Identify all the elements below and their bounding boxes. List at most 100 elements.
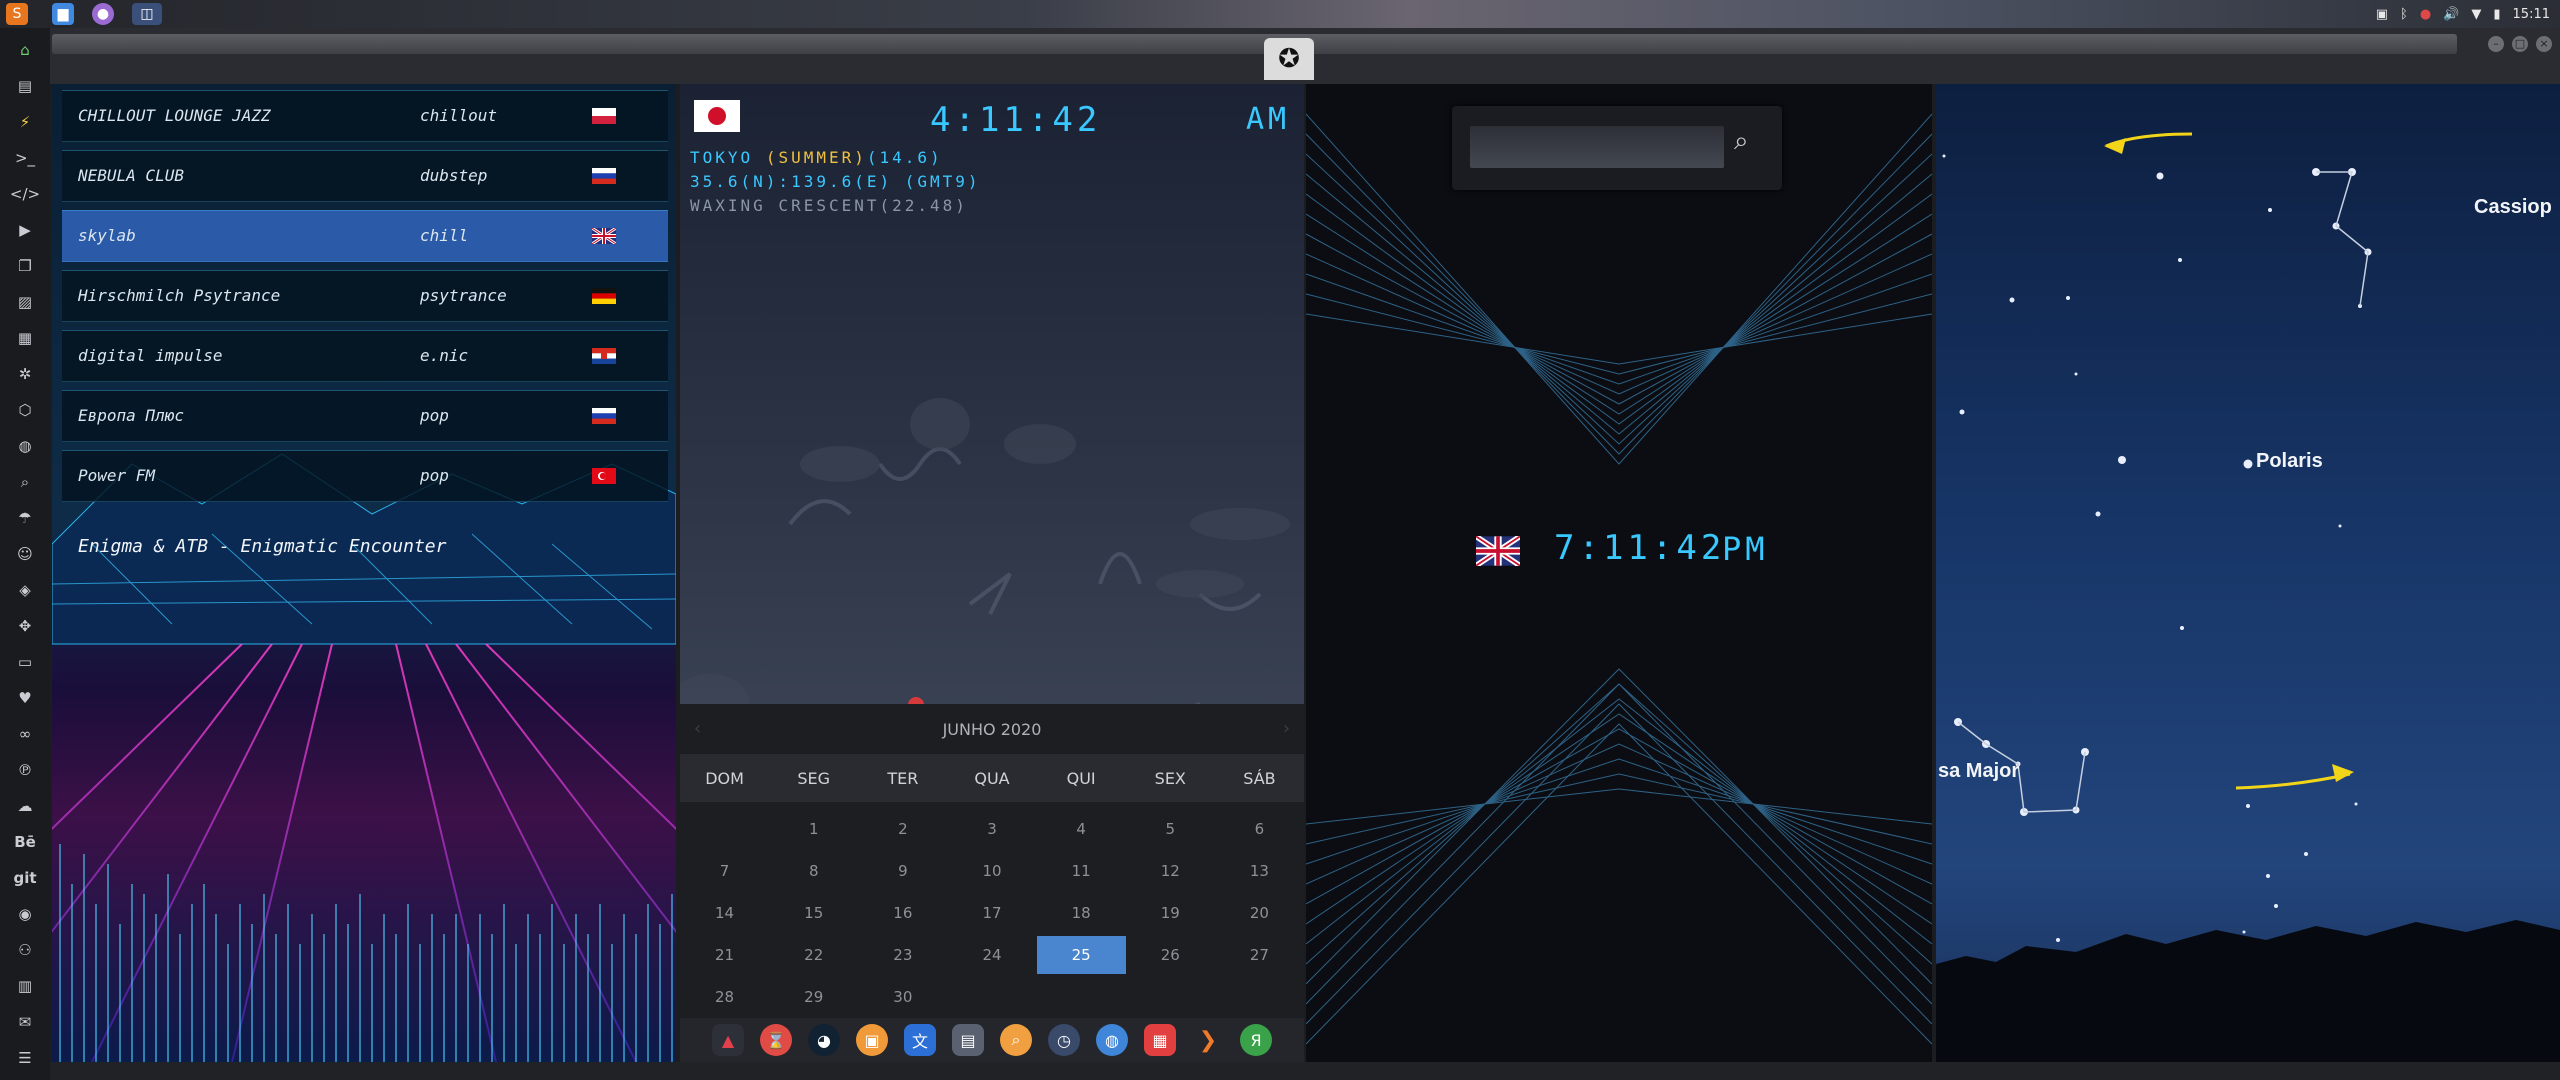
calendar-day[interactable]: 10 [947,850,1036,892]
maximize-button[interactable]: □ [2512,36,2528,52]
calendar-day[interactable]: 15 [769,892,858,934]
copy-icon[interactable]: ❐ [13,254,37,278]
calendar-day[interactable]: 2 [858,808,947,850]
contact-icon[interactable]: ☺ [13,542,37,566]
calendar-day[interactable]: 30 [858,976,947,1018]
calendar-day[interactable]: 27 [1215,934,1304,976]
calendar-day[interactable]: 8 [769,850,858,892]
calendar-day[interactable]: 19 [1126,892,1215,934]
calendar-day[interactable]: 26 [1126,934,1215,976]
prev-month-icon[interactable]: ‹ [694,718,701,739]
magnifier-icon[interactable]: ⌕ [1000,1024,1032,1056]
browser-icon[interactable]: ● [92,3,114,25]
tag-icon[interactable]: ◈ [13,578,37,602]
play-icon[interactable]: ▶ [13,218,37,242]
calendar-day[interactable]: 13 [1215,850,1304,892]
translate-icon[interactable]: 文 [904,1024,936,1056]
hexagon-icon[interactable]: ⬡ [13,398,37,422]
uk-flag-icon [592,228,616,244]
station-row-selected[interactable]: skylab chill [62,210,668,262]
minimize-button[interactable]: – [2488,36,2504,52]
github-icon[interactable]: ◉ [13,902,37,926]
umbrella-icon[interactable]: ☂ [13,506,37,530]
lightning-icon[interactable]: ⚡ [13,110,37,134]
image-icon[interactable]: ▨ [13,290,37,314]
clock-icon[interactable]: ◷ [1048,1024,1080,1056]
files-icon[interactable]: ▆ [52,3,74,25]
home-icon[interactable]: ⌂ [13,38,37,62]
mail-icon[interactable]: ✉ [13,1010,37,1034]
screenshot-icon[interactable]: ▣ [2376,7,2388,22]
calendar-day[interactable]: 11 [1037,850,1126,892]
code-icon[interactable]: </> [10,182,40,206]
workspace-icon[interactable]: ◫ [132,3,162,25]
calendar-day[interactable]: 16 [858,892,947,934]
expand-icon[interactable]: ✥ [13,614,37,638]
heart-icon[interactable]: ♥ [13,686,37,710]
rebel-alliance-icon[interactable]: ✪ [1264,38,1314,80]
calendar-day[interactable]: 21 [680,934,769,976]
web-icon[interactable]: ◍ [1096,1024,1128,1056]
link-icon[interactable]: ∞ [13,722,37,746]
map-icon[interactable]: ▥ [13,974,37,998]
system-clock[interactable]: 15:11 [2513,7,2550,22]
calendar-day[interactable]: 12 [1126,850,1215,892]
wifi-icon[interactable]: ▼ [2471,7,2481,22]
volume-icon[interactable]: 🔊 [2443,7,2459,22]
app-launcher-icon[interactable]: S [6,3,28,25]
photos-icon[interactable]: ▣ [856,1024,888,1056]
battery-icon[interactable]: ▮ [2493,7,2500,22]
arrow-icon[interactable]: ❯ [1192,1024,1224,1056]
git-icon[interactable]: git [13,866,37,890]
calendar-day[interactable]: 18 [1037,892,1126,934]
globe-icon[interactable]: ◍ [13,434,37,458]
news-icon[interactable]: ▦ [13,326,37,350]
station-row[interactable]: Европа Плюс pop [62,390,668,442]
station-row[interactable]: CHILLOUT LOUNGE JAZZ chillout [62,90,668,142]
calendar-day[interactable]: 28 [680,976,769,1018]
search-icon[interactable]: ⌕ [1734,126,1749,157]
calendar-day[interactable]: 3 [947,808,1036,850]
earth-icon[interactable]: ◕ [808,1024,840,1056]
station-row[interactable]: digital impulse e.nic [62,330,668,382]
calendar-day[interactable]: 20 [1215,892,1304,934]
yandex-icon[interactable]: Я [1240,1024,1272,1056]
calendar-day[interactable]: 14 [680,892,769,934]
calendar-day[interactable]: 4 [1037,808,1126,850]
settings-icon[interactable]: ✲ [13,362,37,386]
cloud-icon[interactable]: ☁ [13,794,37,818]
calendar-day-today[interactable]: 25 [1036,936,1126,974]
search-input[interactable] [1470,126,1724,168]
bluetooth-icon[interactable]: ᛒ [2400,7,2408,22]
pinterest-icon[interactable]: ℗ [13,758,37,782]
youtube-icon[interactable]: ▭ [13,650,37,674]
calendar-day[interactable]: 22 [769,934,858,976]
window-title-field[interactable] [52,34,2457,54]
notes-icon[interactable]: ▤ [952,1024,984,1056]
calendar-day[interactable]: 17 [947,892,1036,934]
calendar-day[interactable]: 9 [858,850,947,892]
terminal-icon[interactable]: >_ [13,146,37,170]
next-month-icon[interactable]: › [1283,718,1290,739]
hourglass-icon[interactable]: ⌛ [760,1024,792,1056]
station-row[interactable]: NEBULA CLUB dubstep [62,150,668,202]
calendar-day[interactable]: 7 [680,850,769,892]
london-ampm: PM [1722,530,1769,568]
calendar-day[interactable]: 6 [1215,808,1304,850]
behance-icon[interactable]: Bē [13,830,37,854]
record-icon[interactable]: ● [2420,7,2431,22]
close-button[interactable]: × [2536,36,2552,52]
station-row[interactable]: Hirschmilch Psytrance psytrance [62,270,668,322]
document-icon[interactable]: ▤ [13,74,37,98]
calendar-day[interactable]: 29 [769,976,858,1018]
calendar-day[interactable]: 5 [1126,808,1215,850]
app-triangle-icon[interactable]: ▲ [712,1024,744,1056]
calendar-day[interactable]: 1 [769,808,858,850]
search-icon[interactable]: ⌕ [13,470,37,494]
people-icon[interactable]: ⚇ [13,938,37,962]
calendar-day[interactable]: 24 [947,934,1036,976]
calendar-icon[interactable]: ▦ [1144,1024,1176,1056]
station-row[interactable]: Power FM pop [62,450,668,502]
server-icon[interactable]: ☰ [13,1046,37,1070]
calendar-day[interactable]: 23 [858,934,947,976]
